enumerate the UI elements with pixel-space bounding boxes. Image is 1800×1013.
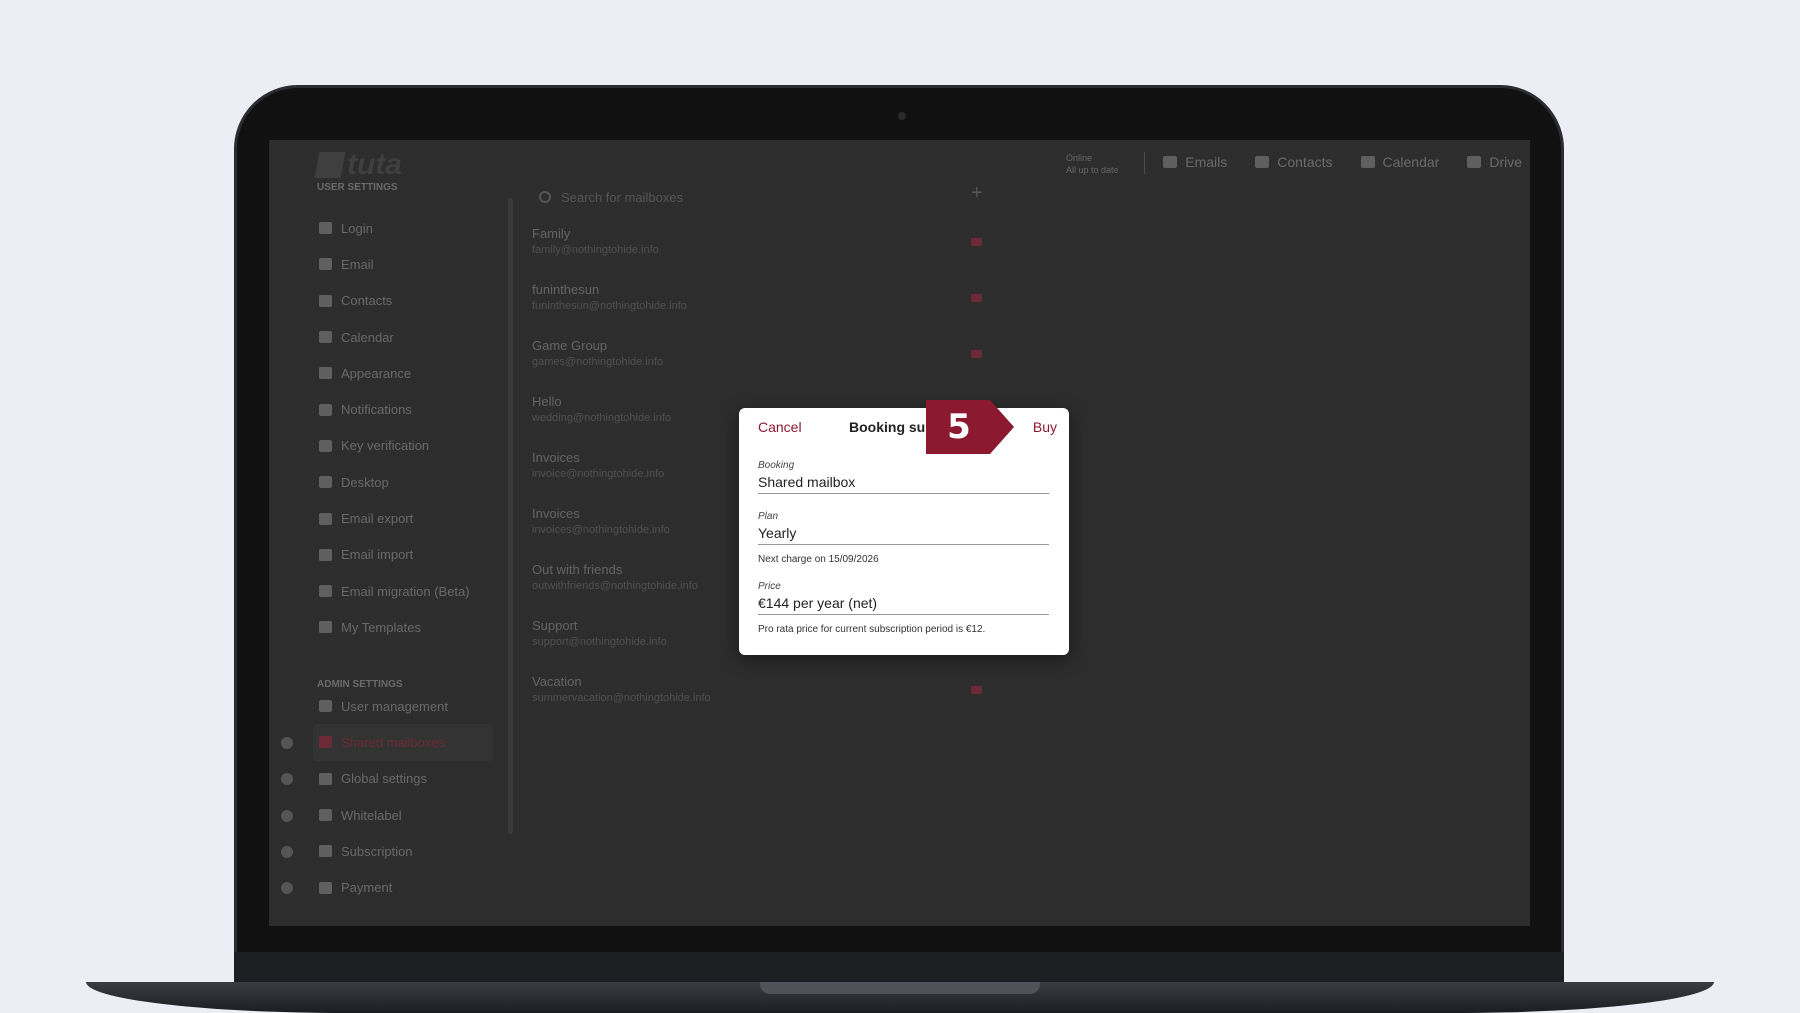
app-screen: tuta Online All up to date Emails Contac… [269,140,1530,926]
next-charge-note: Next charge on 15/09/2026 [758,554,879,565]
booking-value: Shared mailbox [758,474,1049,494]
buy-button[interactable]: Buy [1033,419,1057,435]
booking-label: Booking [758,460,795,471]
booking-summary-dialog: Cancel Booking sum Buy Booking Shared ma… [739,408,1069,655]
price-field: Price €144 per year (net) [758,581,1049,615]
price-value: €144 per year (net) [758,595,1049,615]
camera-dot [898,112,906,120]
plan-field: Plan Yearly [758,511,1049,545]
laptop-hinge [234,952,1564,982]
dialog-title: Booking sum [849,419,938,435]
booking-field: Booking Shared mailbox [758,460,1049,494]
laptop-notch [760,982,1040,994]
step-callout: 5 [926,400,1014,454]
pro-rata-note: Pro rata price for current subscription … [758,624,986,635]
price-label: Price [758,581,781,592]
plan-label: Plan [758,511,779,522]
plan-value: Yearly [758,525,1049,545]
step-number: 5 [947,407,971,447]
cancel-button[interactable]: Cancel [758,419,802,435]
